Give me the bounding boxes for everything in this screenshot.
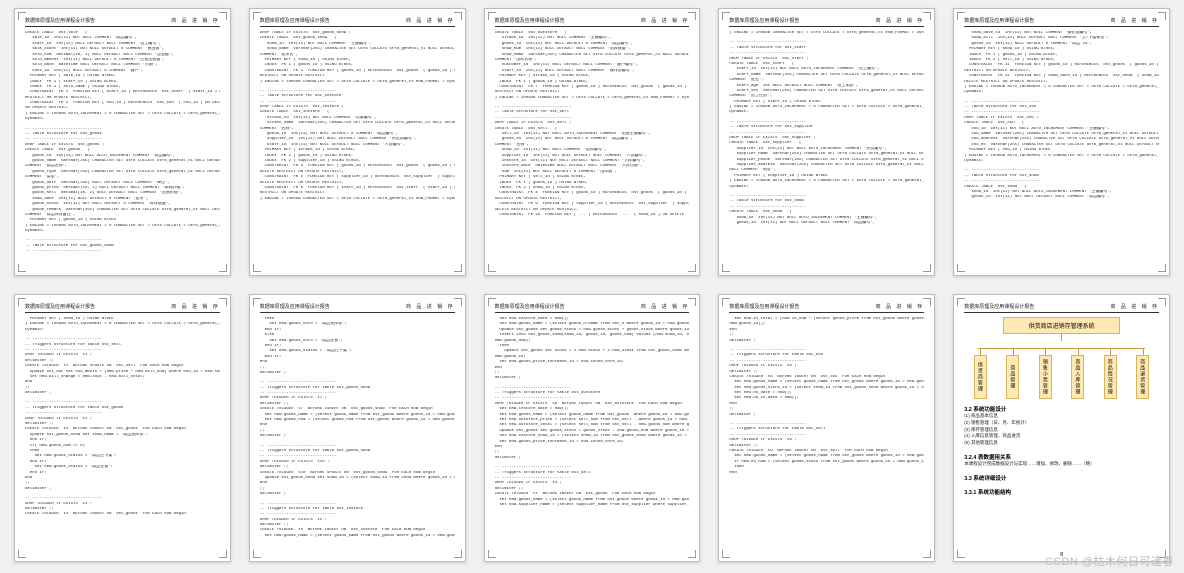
page-1: 数据库原理及应用课程设计报告商 品 进 销 存CREATE TABLE `ost… [14,8,231,276]
page-9: 数据库原理及应用课程设计报告商 品 进 销 存 set now.in_total… [718,294,935,562]
watermark: CSDN @枯木何日可逢春 [1045,553,1174,569]
page-2: 数据库原理及应用课程设计报告商 品 进 销 存DROP TABLE IF EXI… [249,8,466,276]
page-grid: 数据库原理及应用课程设计报告商 品 进 销 存CREATE TABLE `ost… [0,0,1184,570]
page-7: 数据库原理及应用课程设计报告商 品 进 销 存 then set new.goo… [249,294,466,562]
page-10: 数据库原理及应用课程设计报告商 品 进 销 存供货商店进销存管理系统供货商管理商… [953,294,1170,562]
page-4: 数据库原理及应用课程设计报告商 品 进 销 存) ENGINE = InnoDB… [718,8,935,276]
page-3: 数据库原理及应用课程设计报告商 品 进 销 存CREATE TABLE `ost… [484,8,701,276]
page-6: 数据库原理及应用课程设计报告商 品 进 销 存 PRIMARY KEY (`sh… [14,294,231,562]
page-8: 数据库原理及应用课程设计报告商 品 进 销 存 set now.instore_… [484,294,701,562]
page-5: 数据库原理及应用课程设计报告商 品 进 销 存 `show_date_id` i… [953,8,1170,276]
